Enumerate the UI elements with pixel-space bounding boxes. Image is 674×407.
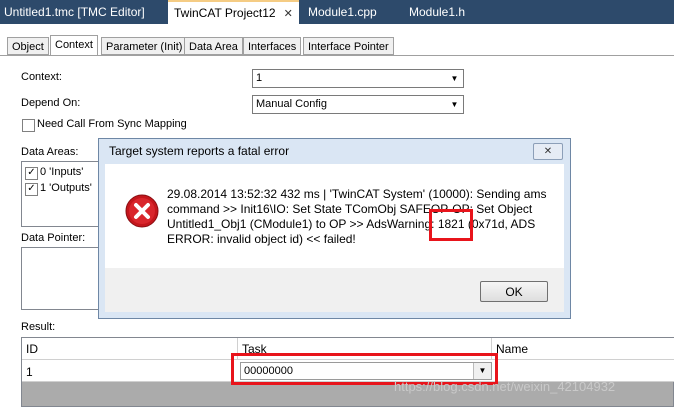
result-label: Result: bbox=[21, 321, 56, 333]
sync-mapping-label: Need Call From Sync Mapping bbox=[37, 118, 187, 130]
doc-tab-tmc-editor[interactable]: Untitled1.tmc [TMC Editor] bbox=[4, 0, 145, 24]
message-line: Untitled1_Obj1 (CModule1) to OP >> AdsWa… bbox=[167, 217, 557, 232]
tab-context[interactable]: Context bbox=[50, 35, 98, 56]
doc-tab-twincat-project[interactable]: TwinCAT Project12 ✕ bbox=[168, 0, 299, 24]
document-tab-strip: Untitled1.tmc [TMC Editor] TwinCAT Proje… bbox=[0, 0, 674, 24]
ok-button[interactable]: OK bbox=[480, 281, 548, 302]
data-area-inputs-label: 0 'Inputs' bbox=[40, 166, 84, 178]
depend-on-value: Manual Config bbox=[256, 98, 327, 110]
tab-data-area[interactable]: Data Area bbox=[184, 37, 243, 55]
data-pointer-label: Data Pointer: bbox=[21, 232, 86, 244]
row-id-cell: 1 bbox=[26, 365, 33, 379]
tab-divider bbox=[0, 55, 674, 56]
doc-tab-module-cpp[interactable]: Module1.cpp bbox=[308, 0, 377, 24]
close-icon[interactable]: ✕ bbox=[284, 8, 293, 20]
dialog-message: 29.08.2014 13:52:32 432 ms | 'TwinCAT Sy… bbox=[167, 187, 557, 247]
watermark-url: https://blog.csdn.net/weixin_42104932 bbox=[394, 379, 616, 394]
fatal-error-dialog: Target system reports a fatal error ✕ 29… bbox=[98, 138, 571, 319]
message-text: (0x71d, ADS bbox=[464, 217, 536, 231]
context-value: 1 bbox=[256, 72, 263, 84]
depend-on-select[interactable]: Manual Config ▼ bbox=[252, 95, 464, 114]
data-areas-label: Data Areas: bbox=[21, 146, 79, 158]
data-area-outputs-checkbox[interactable]: ✓ bbox=[25, 183, 38, 196]
grid-header-name[interactable]: Name bbox=[496, 342, 528, 356]
chevron-down-icon: ▼ bbox=[450, 74, 459, 83]
context-select[interactable]: 1 ▼ bbox=[252, 69, 464, 88]
dialog-body: 29.08.2014 13:52:32 432 ms | 'TwinCAT Sy… bbox=[105, 164, 564, 268]
error-icon bbox=[125, 194, 159, 228]
tab-interface-pointer[interactable]: Interface Pointer bbox=[303, 37, 394, 55]
data-area-outputs-label: 1 'Outputs' bbox=[40, 182, 92, 194]
sync-mapping-checkbox[interactable] bbox=[22, 119, 35, 132]
message-line: 29.08.2014 13:52:32 432 ms | 'TwinCAT Sy… bbox=[167, 187, 547, 201]
data-areas-list[interactable]: ✓ 0 'Inputs' ✓ 1 'Outputs' bbox=[21, 161, 101, 227]
close-icon[interactable]: ✕ bbox=[533, 143, 563, 160]
data-area-inputs-checkbox[interactable]: ✓ bbox=[25, 167, 38, 180]
doc-tab-label: TwinCAT Project12 bbox=[174, 6, 276, 20]
tab-object[interactable]: Object bbox=[7, 37, 49, 55]
data-pointer-list[interactable] bbox=[21, 247, 101, 310]
dialog-title: Target system reports a fatal error bbox=[109, 144, 290, 158]
message-text: Untitled1_Obj1 (CModule1) to OP >> AdsWa… bbox=[167, 217, 438, 231]
message-line: ERROR: invalid object id) << failed! bbox=[167, 232, 356, 246]
message-line: command >> Init16\IO: Set State TComObj … bbox=[167, 202, 533, 216]
tab-parameter-init[interactable]: Parameter (Init) bbox=[101, 37, 188, 55]
chevron-down-icon: ▼ bbox=[450, 100, 459, 109]
tab-interfaces[interactable]: Interfaces bbox=[243, 37, 302, 55]
context-label: Context: bbox=[21, 71, 62, 83]
doc-tab-module-h[interactable]: Module1.h bbox=[409, 0, 465, 24]
depend-on-label: Depend On: bbox=[21, 97, 81, 109]
grid-header-id[interactable]: ID bbox=[26, 342, 38, 356]
highlight-box-warning-code bbox=[429, 209, 473, 241]
dialog-footer: OK bbox=[105, 268, 564, 312]
